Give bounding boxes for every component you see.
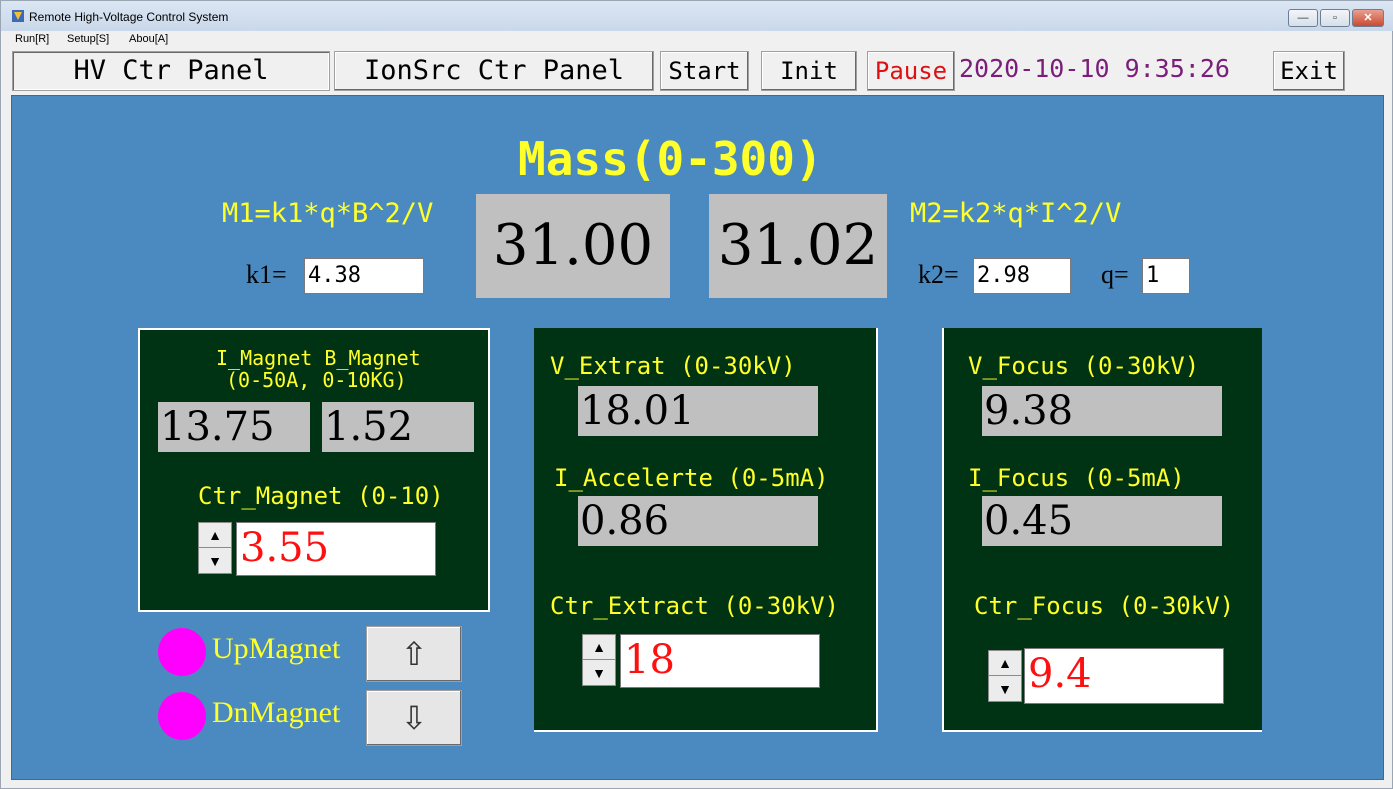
main-panel: Mass(0-300) M1=k1*q*B^2/V M2=k2*q*I^2/V … (11, 95, 1384, 780)
k1-input[interactable]: 4.38 (304, 258, 424, 294)
ctr-magnet-label: Ctr_Magnet (0-10) (198, 482, 444, 510)
window-title: Remote High-Voltage Control System (29, 10, 229, 24)
up-magnet-button[interactable]: ⇧ (366, 626, 462, 682)
q-label: q= (1101, 260, 1129, 289)
spin-down-icon[interactable]: ▼ (199, 548, 231, 573)
k2-label: k2= (918, 260, 959, 289)
spin-up-icon[interactable]: ▲ (583, 635, 615, 660)
ctr-focus-spinner[interactable]: ▲ ▼ (988, 650, 1022, 702)
menu-bar: Run[R] Setup[S] Abou[A] (1, 31, 1393, 49)
menu-run[interactable]: Run[R] (15, 33, 49, 45)
close-button[interactable]: ✕ (1352, 9, 1384, 27)
ctr-magnet-spinner[interactable]: ▲ ▼ (198, 522, 232, 574)
ctr-extract-input[interactable]: 18 (620, 634, 820, 688)
ctr-magnet-input[interactable]: 3.55 (236, 522, 436, 576)
v-extract-readout: 18.01 (578, 386, 818, 436)
k2-input[interactable]: 2.98 (973, 258, 1071, 294)
menu-about[interactable]: Abou[A] (129, 33, 168, 45)
arrow-up-icon: ⇧ (400, 636, 428, 672)
start-button[interactable]: Start (660, 51, 749, 91)
i-accelerate-label: I_Accelerte (0-5mA) (554, 464, 829, 492)
menu-setup[interactable]: Setup[S] (67, 33, 109, 45)
spin-down-icon[interactable]: ▼ (989, 676, 1021, 701)
down-magnet-label: DnMagnet (212, 696, 341, 729)
magnet-header-line1: I_Magnet B_Magnet (216, 346, 421, 370)
up-magnet-indicator (158, 628, 206, 676)
up-magnet-label: UpMagnet (212, 632, 341, 665)
down-magnet-indicator (158, 692, 206, 740)
ctr-focus-input[interactable]: 9.4 (1024, 648, 1224, 704)
m2-value: 31.02 (709, 194, 887, 298)
i-focus-readout: 0.45 (982, 496, 1222, 546)
magnet-header-line2: (0-50A, 0-10KG) (226, 368, 407, 392)
v-focus-readout: 9.38 (982, 386, 1222, 436)
app-window: Remote High-Voltage Control System — ▫ ✕… (0, 0, 1393, 789)
mass-title: Mass(0-300) (518, 132, 823, 186)
v-extract-label: V_Extrat (0-30kV) (550, 352, 796, 380)
i-focus-label: I_Focus (0-5mA) (968, 464, 1185, 492)
ctr-focus-label: Ctr_Focus (0-30kV) (974, 592, 1235, 620)
m1-formula: M1=k1*q*B^2/V (222, 198, 434, 229)
datetime-display: 2020-10-10 9:35:26 (959, 54, 1230, 83)
ionsrc-ctr-panel-tab[interactable]: IonSrc Ctr Panel (334, 51, 654, 91)
magnet-panel: I_Magnet B_Magnet (0-50A, 0-10KG) 13.75 … (138, 328, 490, 612)
ctr-extract-spinner[interactable]: ▲ ▼ (582, 634, 616, 686)
exit-button[interactable]: Exit (1273, 51, 1345, 91)
q-input[interactable]: 1 (1142, 258, 1190, 294)
hv-ctr-panel-tab[interactable]: HV Ctr Panel (12, 51, 330, 91)
i-magnet-readout: 13.75 (158, 402, 310, 452)
title-bar: Remote High-Voltage Control System — ▫ ✕ (1, 1, 1393, 31)
app-icon (12, 10, 24, 22)
v-focus-label: V_Focus (0-30kV) (968, 352, 1200, 380)
m2-formula: M2=k2*q*I^2/V (910, 198, 1122, 229)
spin-down-icon[interactable]: ▼ (583, 660, 615, 685)
spin-up-icon[interactable]: ▲ (989, 651, 1021, 676)
minimize-button[interactable]: — (1288, 9, 1318, 27)
k1-label: k1= (246, 260, 287, 289)
extract-panel: V_Extrat (0-30kV) 18.01 I_Accelerte (0-5… (534, 328, 878, 732)
arrow-down-icon: ⇩ (400, 700, 428, 736)
init-button[interactable]: Init (761, 51, 857, 91)
down-magnet-button[interactable]: ⇩ (366, 690, 462, 746)
i-accelerate-readout: 0.86 (578, 496, 818, 546)
ctr-extract-label: Ctr_Extract (0-30kV) (550, 592, 839, 620)
b-magnet-readout: 1.52 (322, 402, 474, 452)
pause-button[interactable]: Pause (867, 51, 955, 91)
spin-up-icon[interactable]: ▲ (199, 523, 231, 548)
maximize-button[interactable]: ▫ (1320, 9, 1350, 27)
focus-panel: V_Focus (0-30kV) 9.38 I_Focus (0-5mA) 0.… (942, 328, 1262, 732)
m1-value: 31.00 (476, 194, 670, 298)
